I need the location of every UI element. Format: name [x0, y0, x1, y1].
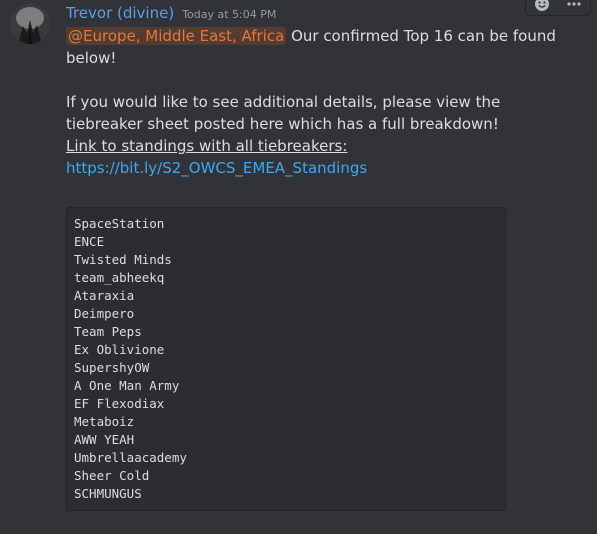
team-entry: Umbrellaacademy	[74, 450, 187, 465]
team-entry: Ex Oblivione	[74, 342, 165, 357]
message-content: @Europe, Middle East, Africa Our confirm…	[66, 25, 566, 179]
message-header: Trevor (divine) Today at 5:04 PM	[66, 4, 276, 26]
standings-link-label-row: Link to standings with all tiebreakers:	[66, 135, 566, 157]
more-options-button[interactable]	[562, 0, 586, 13]
team-entry: SpaceStation	[74, 216, 165, 231]
team-entry: Sheer Cold	[74, 468, 150, 483]
message-toolbar	[525, 0, 591, 16]
team-entry: Twisted Minds	[74, 252, 172, 267]
team-entry: Deimpero	[74, 306, 135, 321]
author-name[interactable]: Trevor (divine)	[66, 4, 174, 22]
intro-paragraph: @Europe, Middle East, Africa Our confirm…	[66, 25, 566, 69]
add-reaction-button[interactable]	[530, 0, 554, 13]
team-entry: Metaboiz	[74, 414, 135, 429]
team-entry: EF Flexodiax	[74, 396, 165, 411]
user-avatar[interactable]	[10, 4, 50, 44]
more-options-icon	[567, 2, 581, 6]
team-entry: A One Man Army	[74, 378, 180, 393]
standings-link-label[interactable]: Link to standings with all tiebreakers:	[66, 137, 347, 155]
chat-message: Trevor (divine) Today at 5:04 PM @Europe…	[0, 0, 597, 534]
add-reaction-icon	[535, 0, 549, 11]
role-mention[interactable]: @Europe, Middle East, Africa	[66, 27, 287, 45]
team-entry: ENCE	[74, 234, 105, 249]
team-entry: SCHMUNGUS	[74, 486, 142, 501]
standings-url-link[interactable]: https://bit.ly/S2_OWCS_EMEA_Standings	[66, 159, 367, 177]
team-entry: Team Peps	[74, 324, 142, 339]
message-timestamp[interactable]: Today at 5:04 PM	[182, 8, 276, 21]
team-entry: AWW YEAH	[74, 432, 135, 447]
details-paragraph: If you would like to see additional deta…	[66, 93, 501, 133]
standings-url-row: https://bit.ly/S2_OWCS_EMEA_Standings	[66, 157, 566, 179]
team-entry: SupershyOW	[74, 360, 150, 375]
team-entry: Ataraxia	[74, 288, 135, 303]
team-list-codeblock: SpaceStation ENCE Twisted Minds team_abh…	[66, 207, 506, 511]
team-entry: team_abheekq	[74, 270, 165, 285]
